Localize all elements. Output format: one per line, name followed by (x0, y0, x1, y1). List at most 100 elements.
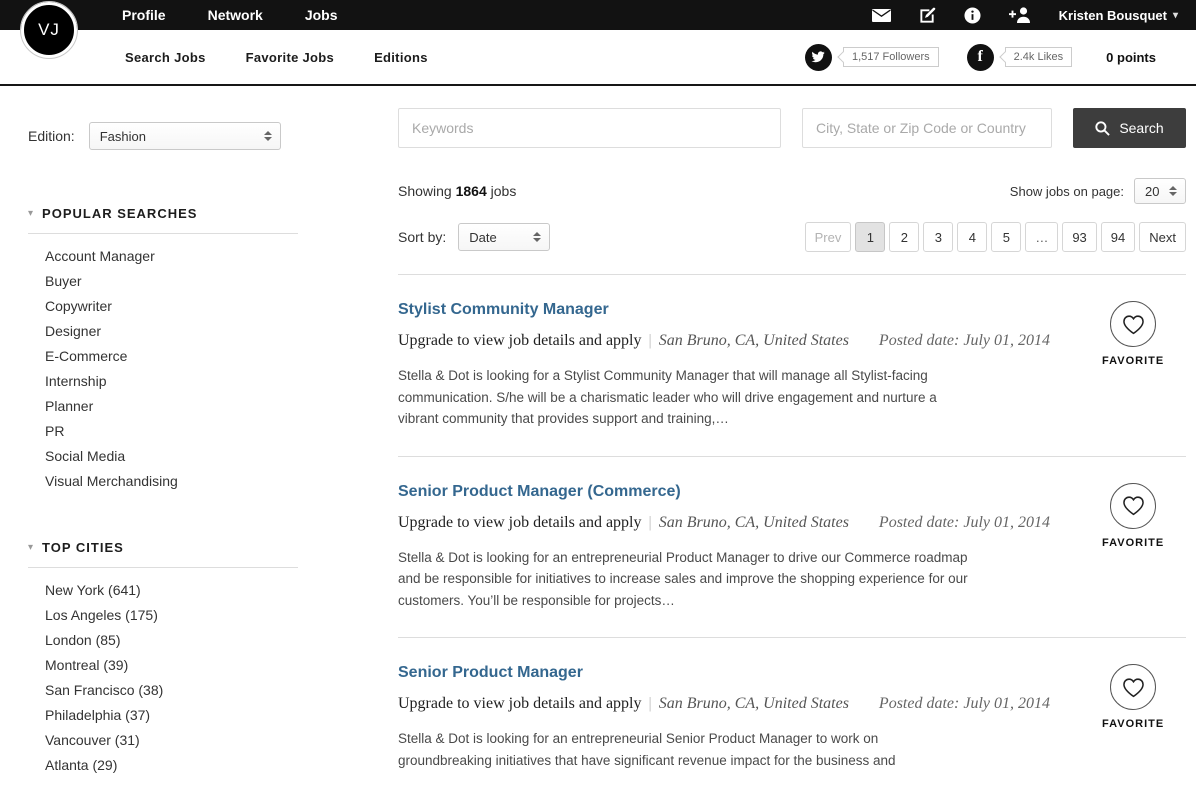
results-count: Showing 1864 jobs (398, 183, 516, 199)
social-counters: 1,517 Followers f 2.4k Likes 0 points (805, 44, 1196, 71)
job-title-link[interactable]: Senior Product Manager (Commerce) (398, 482, 1186, 502)
job-posted-date: Posted date: July 01, 2014 (879, 514, 1050, 531)
job-posted-date: Posted date: July 01, 2014 (879, 332, 1050, 349)
keywords-input[interactable] (398, 108, 781, 148)
search-icon (1095, 121, 1110, 136)
tab-editions[interactable]: Editions (374, 50, 428, 65)
job-title-link[interactable]: Senior Product Manager (398, 663, 1186, 683)
nav-jobs[interactable]: Jobs (305, 7, 338, 23)
heart-icon (1110, 301, 1156, 347)
job-card: Stylist Community Manager Upgrade to vie… (398, 274, 1186, 456)
top-cities-title: TOP CITIES (42, 540, 124, 555)
per-page-select[interactable]: 20 (1134, 178, 1186, 204)
job-meta: Upgrade to view job details and apply|Sa… (398, 330, 1186, 352)
top-city-item[interactable]: Vancouver (31) (45, 728, 366, 753)
sort-value: Date (469, 230, 496, 245)
popular-search-item[interactable]: PR (45, 419, 366, 444)
popular-search-item[interactable]: Planner (45, 394, 366, 419)
top-city-item[interactable]: Philadelphia (37) (45, 703, 366, 728)
sort-select[interactable]: Date (458, 223, 550, 251)
job-upgrade-link[interactable]: Upgrade to view job details and apply (398, 514, 642, 531)
heart-icon (1110, 664, 1156, 710)
top-cities-header[interactable]: ▾ TOP CITIES (28, 540, 366, 555)
tab-favorite-jobs[interactable]: Favorite Jobs (246, 50, 334, 65)
favorite-label: FAVORITE (1102, 355, 1164, 367)
popular-search-item[interactable]: Account Manager (45, 244, 366, 269)
separator: | (649, 514, 652, 531)
user-menu[interactable]: Kristen Bousquet ▾ (1059, 8, 1178, 23)
popular-search-item[interactable]: Internship (45, 369, 366, 394)
top-cities-list: New York (641) Los Angeles (175) London … (45, 578, 366, 778)
user-name: Kristen Bousquet (1059, 8, 1167, 23)
add-user-icon[interactable] (1009, 7, 1031, 23)
results-count-number: 1864 (456, 183, 487, 199)
top-city-item[interactable]: San Francisco (38) (45, 678, 366, 703)
info-icon[interactable] (964, 7, 981, 24)
pagination-next[interactable]: Next (1139, 222, 1186, 252)
favorite-button[interactable]: FAVORITE (1102, 483, 1164, 549)
compose-icon[interactable] (919, 7, 936, 24)
pagination-page-5[interactable]: 5 (991, 222, 1021, 252)
job-meta: Upgrade to view job details and apply|Sa… (398, 512, 1186, 534)
facebook-group: f 2.4k Likes (967, 44, 1073, 71)
job-list: Stylist Community Manager Upgrade to vie… (398, 274, 1186, 797)
pagination-page-3[interactable]: 3 (923, 222, 953, 252)
pagination-page-4[interactable]: 4 (957, 222, 987, 252)
separator: | (649, 695, 652, 712)
site-logo[interactable]: VJ (21, 2, 77, 58)
popular-searches-header[interactable]: ▾ POPULAR SEARCHES (28, 206, 366, 221)
search-button-label: Search (1119, 120, 1163, 136)
popular-search-item[interactable]: Visual Merchandising (45, 469, 366, 494)
top-city-item[interactable]: Montreal (39) (45, 653, 366, 678)
pagination-page-94[interactable]: 94 (1101, 222, 1135, 252)
select-arrows-icon (256, 131, 272, 141)
search-button[interactable]: Search (1073, 108, 1186, 148)
top-city-item[interactable]: Atlanta (29) (45, 753, 366, 778)
edition-select-value: Fashion (100, 129, 146, 144)
popular-search-item[interactable]: Designer (45, 319, 366, 344)
per-page-control: Show jobs on page: 20 (1010, 178, 1186, 204)
job-upgrade-link[interactable]: Upgrade to view job details and apply (398, 695, 642, 712)
job-title-link[interactable]: Stylist Community Manager (398, 300, 1186, 320)
popular-search-item[interactable]: Copywriter (45, 294, 366, 319)
top-city-item[interactable]: New York (641) (45, 578, 366, 603)
separator: | (649, 332, 652, 349)
edition-row: Edition: Fashion (28, 122, 366, 150)
section-caret-icon: ▾ (28, 208, 33, 219)
top-navbar: VJ Profile Network Jobs Kristen Bousquet… (0, 0, 1196, 30)
twitter-followers-badge: 1,517 Followers (843, 47, 939, 67)
favorite-label: FAVORITE (1102, 537, 1164, 549)
favorite-button[interactable]: FAVORITE (1102, 664, 1164, 730)
top-cities-section: ▾ TOP CITIES New York (641) Los Angeles … (28, 540, 366, 778)
chevron-down-icon: ▾ (1173, 10, 1178, 21)
popular-search-item[interactable]: E-Commerce (45, 344, 366, 369)
top-city-item[interactable]: Los Angeles (175) (45, 603, 366, 628)
job-posted-date: Posted date: July 01, 2014 (879, 695, 1050, 712)
sort-pagination-row: Sort by: Date Prev 1 2 3 4 5 … 93 94 Nex… (398, 222, 1186, 252)
pagination-page-2[interactable]: 2 (889, 222, 919, 252)
pagination-page-93[interactable]: 93 (1062, 222, 1096, 252)
job-upgrade-link[interactable]: Upgrade to view job details and apply (398, 332, 642, 349)
top-city-item[interactable]: London (85) (45, 628, 366, 653)
edition-select[interactable]: Fashion (89, 122, 281, 150)
location-input[interactable] (802, 108, 1052, 148)
section-caret-icon: ▾ (28, 542, 33, 553)
popular-search-item[interactable]: Social Media (45, 444, 366, 469)
favorite-button[interactable]: FAVORITE (1102, 301, 1164, 367)
results-summary-row: Showing 1864 jobs Show jobs on page: 20 (398, 178, 1186, 204)
pagination-page-1[interactable]: 1 (855, 222, 885, 252)
topbar-actions: Kristen Bousquet ▾ (872, 7, 1196, 24)
nav-profile[interactable]: Profile (122, 7, 166, 23)
popular-search-item[interactable]: Buyer (45, 269, 366, 294)
nav-network[interactable]: Network (208, 7, 263, 23)
pagination-prev[interactable]: Prev (805, 222, 852, 252)
sort-control: Sort by: Date (398, 223, 550, 251)
facebook-icon[interactable]: f (967, 44, 994, 71)
job-description: Stella & Dot is looking for an entrepren… (398, 547, 968, 612)
tab-search-jobs[interactable]: Search Jobs (125, 50, 206, 65)
job-description: Stella & Dot is looking for an entrepren… (398, 728, 968, 771)
sort-label: Sort by: (398, 229, 446, 245)
select-arrows-icon (1161, 186, 1177, 196)
messages-icon[interactable] (872, 9, 891, 22)
twitter-icon[interactable] (805, 44, 832, 71)
